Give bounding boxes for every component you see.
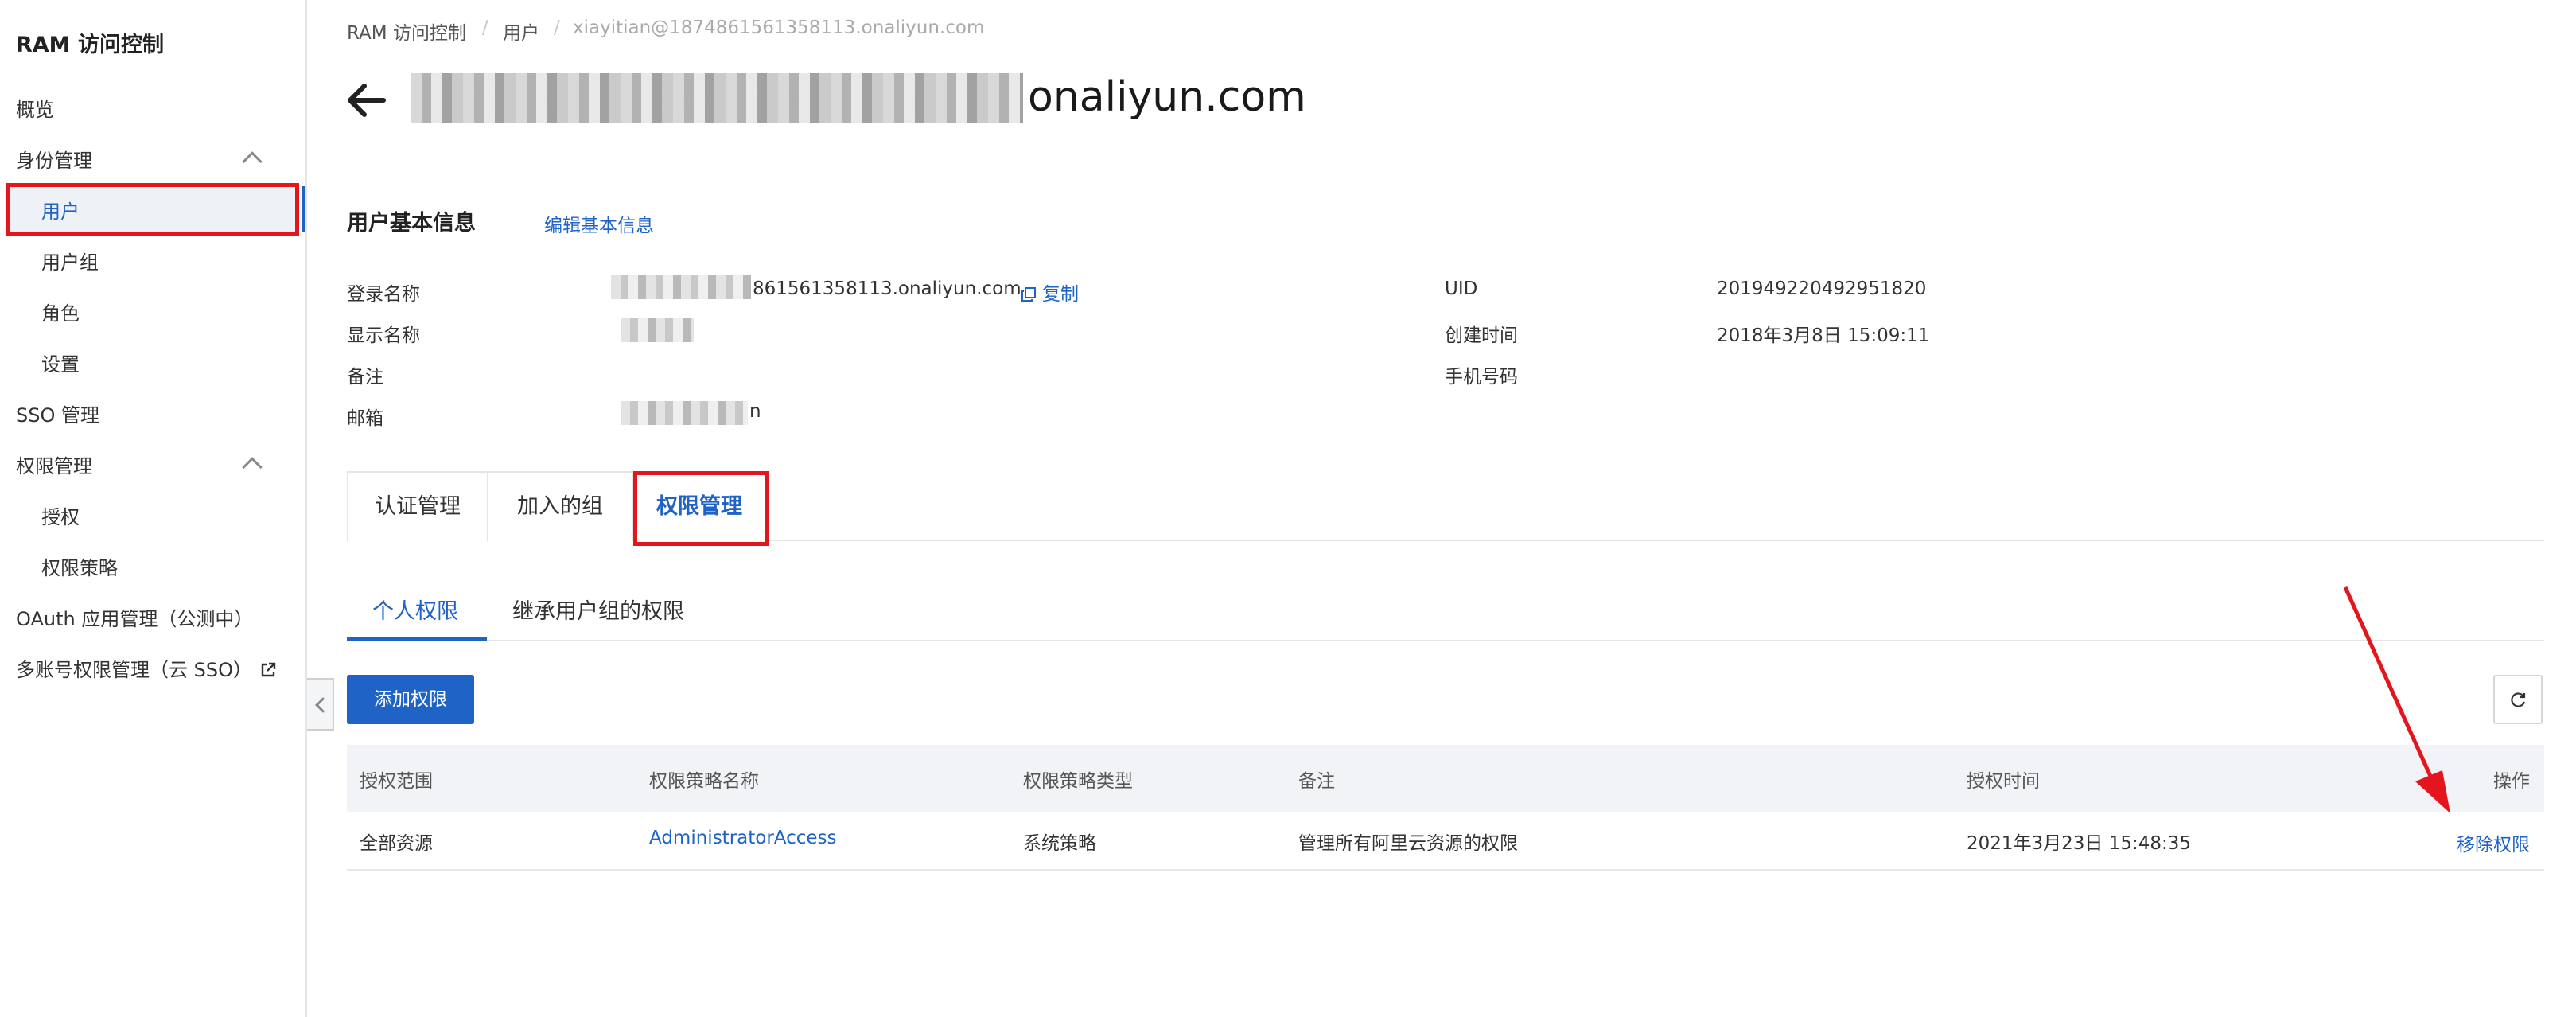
subtab-active-indicator [347, 637, 487, 641]
column-header-policy-name: 权限策略名称 [649, 771, 759, 792]
sidebar-item-roles[interactable]: 角色 [41, 298, 80, 325]
copy-label: 复制 [1042, 284, 1079, 305]
table-row-divider [347, 869, 2544, 871]
cell-scope: 全部资源 [360, 833, 433, 854]
redacted-display-name [621, 318, 694, 342]
copy-button[interactable]: 复制 [1021, 279, 1079, 306]
chevron-left-icon [315, 697, 331, 713]
highlight-box-users [6, 183, 299, 236]
redacted-username [411, 73, 1023, 123]
cell-policy-type: 系统策略 [1023, 833, 1096, 854]
sidebar-item-user-groups[interactable]: 用户组 [41, 247, 99, 275]
tab-joined-groups[interactable]: 加入的组 [487, 471, 633, 541]
sidebar-item-settings[interactable]: 设置 [41, 349, 80, 376]
label-created-time: 创建时间 [1445, 325, 1518, 346]
breadcrumb-item-ram[interactable]: RAM 访问控制 [347, 18, 466, 45]
label-display-name: 显示名称 [347, 325, 420, 346]
cell-note: 管理所有阿里云资源的权限 [1298, 833, 1518, 854]
sidebar-item-oauth[interactable]: OAuth 应用管理（公测中） [16, 603, 253, 631]
remove-permission-link[interactable]: 移除权限 [2457, 829, 2530, 856]
column-header-note: 备注 [1298, 771, 1335, 792]
value-email: n [749, 401, 761, 422]
breadcrumb-separator: / [482, 18, 488, 38]
external-link-icon [261, 662, 276, 677]
sidebar-item-cloud-sso[interactable]: 多账号权限管理（云 SSO） [16, 654, 276, 682]
sidebar-active-indicator [302, 186, 305, 232]
label-email: 邮箱 [347, 408, 383, 429]
label-uid: UID [1445, 279, 1478, 299]
tab-auth-management[interactable]: 认证管理 [347, 471, 488, 541]
breadcrumb-item-users[interactable]: 用户 [503, 18, 539, 45]
sidebar-item-grants[interactable]: 授权 [41, 501, 80, 529]
refresh-icon [2511, 692, 2526, 707]
label-login-name: 登录名称 [347, 284, 420, 305]
chevron-up-icon[interactable] [242, 151, 263, 172]
subtab-inherited-permissions[interactable]: 继承用户组的权限 [512, 594, 684, 625]
sidebar-item-sso[interactable]: SSO 管理 [16, 399, 99, 427]
highlight-box-permission-tab [633, 471, 769, 546]
section-title-basic-info: 用户基本信息 [347, 211, 476, 236]
subtabs-baseline [347, 640, 2544, 641]
add-permission-button[interactable]: 添加权限 [347, 675, 474, 724]
sidebar-title: RAM 访问控制 [16, 33, 164, 57]
edit-basic-info-link[interactable]: 编辑基本信息 [544, 210, 654, 237]
sidebar-collapse-toggle[interactable] [307, 678, 334, 731]
redacted-login-prefix [611, 275, 751, 299]
column-header-policy-type: 权限策略类型 [1023, 771, 1133, 792]
value-created-time: 2018年3月8日 15:09:11 [1717, 325, 1930, 346]
column-header-time: 授权时间 [1967, 771, 2040, 792]
label-phone: 手机号码 [1445, 367, 1518, 388]
value-uid: 201949220492951820 [1717, 279, 1927, 299]
column-header-action: 操作 [2493, 771, 2530, 792]
refresh-button[interactable] [2493, 675, 2543, 724]
back-arrow-icon[interactable] [344, 78, 388, 123]
sidebar-item-policies[interactable]: 权限策略 [41, 552, 118, 580]
redacted-email [621, 401, 748, 425]
column-header-scope: 授权范围 [360, 771, 433, 792]
sidebar: RAM 访问控制 概览 身份管理 用户 用户组 角色 设置 SSO 管理 权限管… [0, 0, 307, 1017]
value-login-name: 861561358113.onaliyun.com [753, 279, 1021, 299]
chevron-up-icon[interactable] [242, 457, 263, 477]
cell-time: 2021年3月23日 15:48:35 [1967, 833, 2192, 854]
subtab-personal-permissions[interactable]: 个人权限 [372, 594, 458, 625]
sidebar-item-identity[interactable]: 身份管理 [16, 145, 92, 173]
page-title: onaliyun.com [1028, 73, 1306, 121]
sidebar-item-overview[interactable]: 概览 [16, 94, 54, 122]
copy-icon [1021, 287, 1036, 302]
sidebar-item-permissions[interactable]: 权限管理 [16, 450, 92, 478]
breadcrumb-item-current: xiayitian@1874861561358113.onaliyun.com [573, 18, 985, 38]
cell-policy-name-link[interactable]: AdministratorAccess [649, 828, 837, 848]
sidebar-item-label: 多账号权限管理（云 SSO） [16, 659, 252, 681]
label-note: 备注 [347, 367, 383, 388]
breadcrumb-separator: / [554, 18, 560, 38]
